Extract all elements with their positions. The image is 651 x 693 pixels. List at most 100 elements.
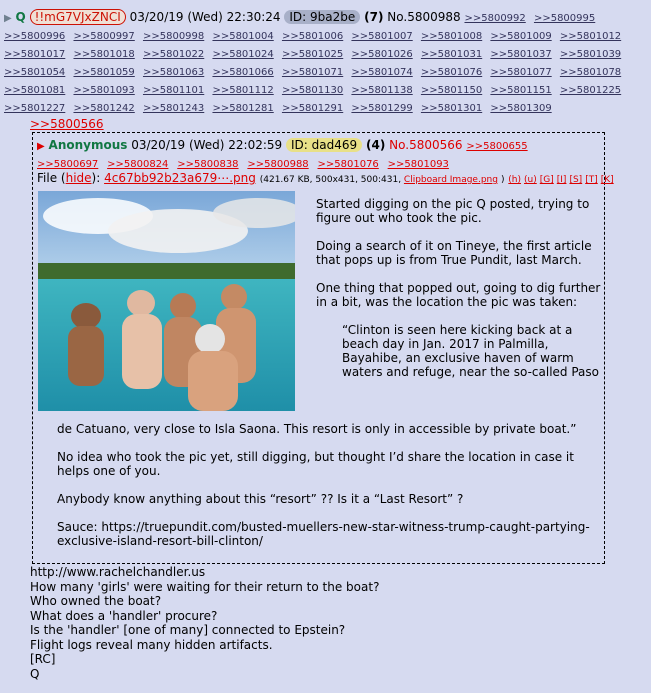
file-label: File (37, 171, 58, 185)
clipboard-filename[interactable]: Clipboard Image.png (404, 175, 498, 185)
tripcode-badge[interactable]: !!mG7VJxZNCI (29, 9, 126, 25)
backlink[interactable]: >>5801225 (560, 85, 621, 96)
backlink[interactable]: >>5801076 (421, 67, 482, 78)
quoted-post-body-full: de Catuano, very close to Isla Saona. Th… (57, 422, 602, 562)
file-tool-link[interactable]: [S] (569, 175, 582, 185)
backlink[interactable]: >>5801066 (212, 67, 273, 78)
quoted-post-arrow-icon[interactable]: ▶ (37, 141, 45, 152)
poster-id-badge[interactable]: ID: 9ba2be (284, 10, 361, 24)
body-paragraph-2: Doing a search of it on Tineye, the firs… (316, 239, 592, 267)
quoted-post-body-right: Started digging on the pic Q posted, try… (316, 197, 606, 379)
backlink[interactable]: >>5801071 (282, 67, 343, 78)
backlink[interactable]: >>5801017 (4, 49, 65, 60)
post-header: ▶ Q !!mG7VJxZNCI 03/20/19 (Wed) 22:30:24… (4, 9, 644, 117)
message-line: How many 'girls' were waiting for their … (30, 579, 380, 594)
message-line: Q (30, 666, 40, 681)
quoted-post-header: ▶ Anonymous 03/20/19 (Wed) 22:02:59 ID: … (37, 137, 597, 173)
backlink[interactable]: >>5801078 (560, 67, 621, 78)
quoted-backlink[interactable]: >>5801076 (318, 159, 379, 170)
body-paragraph-4: No idea who took the pic yet, still digg… (57, 450, 574, 478)
backlink[interactable]: >>5801054 (4, 67, 65, 78)
quoted-backlink[interactable]: >>5800655 (466, 141, 527, 152)
backlink[interactable]: >>5801063 (143, 67, 204, 78)
hide-file-link[interactable]: hide (66, 171, 92, 185)
backlink[interactable]: >>5801004 (212, 31, 273, 42)
backlink[interactable]: >>5801006 (282, 31, 343, 42)
quote-link[interactable]: >>5800566 (30, 117, 104, 131)
file-tools: (h) (u) [G] [I] [S] [T] [K] (508, 171, 616, 185)
quoted-backlink[interactable]: >>5800697 (37, 159, 98, 170)
backlink[interactable]: >>5801081 (4, 85, 65, 96)
backlink[interactable]: >>5801301 (421, 103, 482, 114)
backlink[interactable]: >>5801151 (490, 85, 551, 96)
file-tool-link[interactable]: [G] (540, 175, 554, 185)
q-post-message: http://www.rachelchandler.us How many 'g… (30, 565, 379, 681)
backlink[interactable]: >>5801059 (73, 67, 134, 78)
backlink[interactable]: >>5801281 (212, 103, 273, 114)
backlink[interactable]: >>5801009 (490, 31, 551, 42)
beach-photo-image (38, 191, 295, 411)
backlink[interactable]: >>5801008 (421, 31, 482, 42)
backlink[interactable]: >>5800996 (4, 31, 65, 42)
quoted-reply-count: (4) (365, 138, 386, 152)
reply-count: (7) (364, 10, 384, 24)
quoted-poster-name: Anonymous (48, 138, 128, 152)
backlink[interactable]: >>5801138 (351, 85, 412, 96)
backlink[interactable]: >>5801039 (560, 49, 621, 60)
backlink[interactable]: >>5801012 (560, 31, 621, 42)
backlink[interactable]: >>5800995 (534, 13, 595, 24)
backlink[interactable]: >>5801026 (351, 49, 412, 60)
quoted-post: ▶ Anonymous 03/20/19 (Wed) 22:02:59 ID: … (32, 132, 614, 564)
backlink[interactable]: >>5801242 (73, 103, 134, 114)
post-number[interactable]: No.5800988 (387, 10, 460, 24)
post-thumbnail-image[interactable] (38, 191, 295, 411)
file-meta-end: ) (500, 175, 505, 185)
post-menu-arrow-icon[interactable]: ▶ (4, 13, 12, 24)
backlink[interactable]: >>5801309 (490, 103, 551, 114)
poster-name: Q (15, 10, 26, 24)
file-info: File (hide): 4c67bb92b23a679⋯.png (421.6… (37, 171, 617, 185)
quoted-poster-id-badge[interactable]: ID: dad469 (286, 138, 363, 152)
body-quote-end: de Catuano, very close to Isla Saona. Th… (57, 422, 577, 436)
backlink[interactable]: >>5800998 (143, 31, 204, 42)
backlinks: >>5800992 >>5800995 >>5800996 >>5800997 … (4, 13, 626, 114)
backlink[interactable]: >>5801093 (73, 85, 134, 96)
backlink[interactable]: >>5801101 (143, 85, 204, 96)
file-tool-link[interactable]: [T] (585, 175, 598, 185)
file-tool-link[interactable]: (u) (524, 175, 537, 185)
message-line: Who owned the boat? (30, 594, 162, 608)
backlink[interactable]: >>5801112 (212, 85, 273, 96)
file-name-link[interactable]: 4c67bb92b23a679⋯.png (104, 171, 256, 185)
backlink[interactable]: >>5801077 (490, 67, 551, 78)
quoted-post-number[interactable]: No.5800566 (389, 138, 462, 152)
backlink[interactable]: >>5801022 (143, 49, 204, 60)
quoted-backlink[interactable]: >>5800824 (107, 159, 168, 170)
backlink[interactable]: >>5801024 (212, 49, 273, 60)
post-datetime: 03/20/19 (Wed) 22:30:24 (129, 10, 281, 24)
backlink[interactable]: >>5801007 (351, 31, 412, 42)
message-line: Is the 'handler' [one of many] connected… (30, 623, 346, 637)
body-paragraph-3: One thing that popped out, going to dig … (316, 281, 601, 309)
backlink[interactable]: >>5801130 (282, 85, 343, 96)
backlink[interactable]: >>5801299 (351, 103, 412, 114)
body-paragraph-5: Anybody know anything about this “resort… (57, 492, 464, 506)
quoted-backlink[interactable]: >>5801093 (388, 159, 449, 170)
quoted-backlink[interactable]: >>5800988 (247, 159, 308, 170)
backlink[interactable]: >>5801018 (73, 49, 134, 60)
backlink[interactable]: >>5801025 (282, 49, 343, 60)
file-tool-link[interactable]: [K] (601, 175, 614, 185)
backlink[interactable]: >>5800997 (73, 31, 134, 42)
backlink[interactable]: >>5801243 (143, 103, 204, 114)
backlink[interactable]: >>5801227 (4, 103, 65, 114)
backlink[interactable]: >>5800992 (464, 13, 525, 24)
backlink[interactable]: >>5801031 (421, 49, 482, 60)
file-tool-link[interactable]: (h) (508, 175, 521, 185)
body-sauce-line: Sauce: https://truepundit.com/busted-mue… (57, 520, 590, 548)
backlink[interactable]: >>5801150 (421, 85, 482, 96)
file-tool-link[interactable]: [I] (557, 175, 567, 185)
backlink[interactable]: >>5801074 (351, 67, 412, 78)
message-line[interactable]: http://www.rachelchandler.us (30, 565, 379, 580)
backlink[interactable]: >>5801037 (490, 49, 551, 60)
backlink[interactable]: >>5801291 (282, 103, 343, 114)
quoted-backlink[interactable]: >>5800838 (177, 159, 238, 170)
